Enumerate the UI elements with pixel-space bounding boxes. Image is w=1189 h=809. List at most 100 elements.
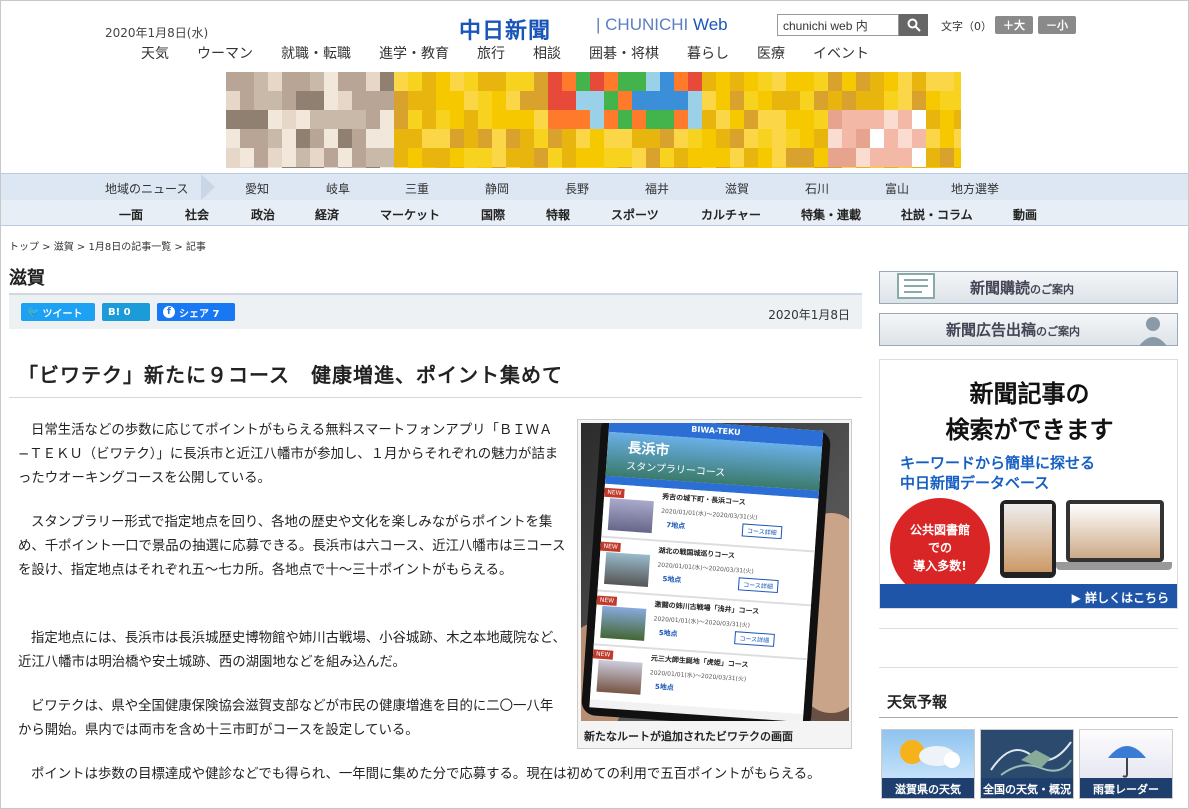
ad-mosaic-cell — [492, 91, 506, 110]
ad-mosaic-cell — [632, 167, 646, 168]
course-detail-button: コース詳細 — [734, 631, 775, 647]
advertise-banner[interactable]: 新聞広告出稿のご案内 — [879, 313, 1178, 346]
hatena-button[interactable]: B! 0 — [102, 303, 150, 321]
ad-mosaic-cell — [534, 148, 548, 167]
region-item[interactable]: 三重 — [405, 180, 429, 197]
region-item[interactable]: 長野 — [565, 180, 589, 197]
category-item[interactable]: 政治 — [251, 206, 275, 223]
course-detail-button: コース詳細 — [741, 523, 783, 540]
ad-mosaic-cell — [268, 91, 282, 110]
weather-tile-radar[interactable]: 雨雲レーダー — [1079, 729, 1173, 799]
banner-ad[interactable] — [226, 72, 961, 168]
top-nav-item[interactable]: 相談 — [533, 43, 561, 70]
top-nav-item[interactable]: 医療 — [757, 43, 785, 70]
ad-mosaic-cell — [240, 72, 254, 91]
top-nav-item[interactable]: ウーマン — [197, 43, 253, 70]
top-nav-item[interactable]: 進学・教育 — [379, 43, 449, 70]
top-nav-item[interactable]: 就職・転職 — [281, 43, 351, 70]
ad-mosaic-cell — [590, 167, 604, 168]
category-item[interactable]: スポーツ — [611, 206, 659, 223]
subscribe-text: 新聞購読のご案内 — [970, 277, 1074, 298]
ad-mosaic-cell — [954, 72, 961, 91]
top-nav-item[interactable]: 暮らし — [687, 43, 729, 70]
search-input[interactable] — [777, 14, 899, 36]
site-logo-sub[interactable]: | CHUNICHI Web — [596, 15, 728, 35]
logo-sub-text: CHUNICHI — [605, 15, 689, 34]
ad-mosaic-cell — [282, 110, 296, 129]
ad-mosaic-cell — [842, 110, 856, 129]
ad-mosaic-cell — [436, 129, 450, 148]
region-item[interactable]: 地方選挙 — [951, 180, 999, 197]
region-item[interactable]: 富山 — [885, 180, 909, 197]
app-banner: スタンプラリーコース — [625, 461, 726, 480]
region-item[interactable]: 福井 — [645, 180, 669, 197]
font-smaller-button[interactable]: －小 — [1038, 16, 1076, 34]
category-item[interactable]: 一面 — [119, 206, 143, 223]
ad-mosaic-cell — [940, 167, 954, 168]
subscribe-banner[interactable]: 新聞購読のご案内 — [879, 271, 1178, 304]
tweet-button[interactable]: 🐦 ツイート — [21, 303, 95, 321]
region-item[interactable]: 岐阜 — [326, 180, 350, 197]
region-item[interactable]: 愛知 — [245, 180, 269, 197]
region-item[interactable]: 滋賀 — [725, 180, 749, 197]
ad-mosaic-cell — [954, 148, 961, 167]
ad-mosaic-cell — [590, 148, 604, 167]
db-ad-details-link[interactable]: ▶ 詳しくはこちら — [880, 584, 1177, 608]
ad-mosaic-cell — [618, 129, 632, 148]
ad-mosaic-cell — [506, 129, 520, 148]
ad-mosaic-cell — [520, 148, 534, 167]
category-item[interactable]: 社会 — [185, 206, 209, 223]
weather-tile-shiga[interactable]: 滋賀県の天気 — [881, 729, 975, 799]
category-item[interactable]: 特集・連載 — [801, 206, 861, 223]
db-ad-line4: 中日新聞データベース — [900, 474, 1050, 492]
category-item[interactable]: 社説・コラム — [901, 206, 973, 223]
ad-mosaic-cell — [282, 167, 296, 168]
top-nav-item[interactable]: イベント — [813, 43, 869, 70]
category-item[interactable]: 国際 — [481, 206, 505, 223]
region-item[interactable]: 石川 — [805, 180, 829, 197]
ad-mosaic-cell — [660, 167, 674, 168]
ad-mosaic-cell — [786, 91, 800, 110]
ad-mosaic-cell — [604, 91, 618, 110]
article-photo[interactable]: BIWA-TEKU 長浜市 スタンプラリーコース NEW 秀吉の城下町・長浜コー… — [577, 419, 852, 749]
search-button[interactable] — [899, 14, 928, 36]
font-larger-button[interactable]: ＋大 — [995, 16, 1033, 34]
ad-mosaic-cell — [366, 72, 380, 91]
ad-mosaic-cell — [744, 148, 758, 167]
ad-mosaic-cell — [744, 129, 758, 148]
ad-mosaic-cell — [632, 110, 646, 129]
weather-tile-national[interactable]: 全国の天気・概況 — [980, 729, 1074, 799]
top-nav-item[interactable]: 囲碁・将棋 — [589, 43, 659, 70]
top-nav-item[interactable]: 天気 — [141, 43, 169, 70]
category-item[interactable]: 経済 — [315, 206, 339, 223]
facebook-share-button[interactable]: f シェア 7 — [157, 303, 235, 321]
ad-mosaic-cell — [506, 72, 520, 91]
ad-mosaic-cell — [632, 148, 646, 167]
site-logo[interactable]: 中日新聞 — [459, 13, 551, 45]
ad-mosaic-cell — [366, 110, 380, 129]
ad-mosaic-cell — [464, 148, 478, 167]
ad-mosaic-cell — [240, 91, 254, 110]
ad-mosaic-cell — [912, 72, 926, 91]
breadcrumb[interactable]: トップ > 滋賀 > 1月8日の記事一覧 > 記事 — [9, 238, 206, 253]
ad-mosaic-cell — [352, 148, 366, 167]
category-item[interactable]: 特報 — [546, 206, 570, 223]
ad-mosaic-cell — [772, 167, 786, 168]
top-nav-item[interactable]: 旅行 — [477, 43, 505, 70]
ad-mosaic-cell — [254, 167, 268, 168]
category-item[interactable]: 動画 — [1013, 206, 1037, 223]
ad-mosaic-cell — [240, 129, 254, 148]
ad-mosaic-cell — [912, 148, 926, 167]
ad-mosaic-cell — [758, 129, 772, 148]
ad-mosaic-cell — [912, 167, 926, 168]
ad-mosaic-cell — [576, 110, 590, 129]
category-item[interactable]: カルチャー — [701, 206, 761, 223]
ad-mosaic-cell — [520, 91, 534, 110]
course-detail-button: コース詳細 — [737, 577, 779, 594]
database-ad[interactable]: 新聞記事の 検索ができます キーワードから簡単に探せる 中日新聞データベース 公… — [879, 359, 1178, 609]
ad-mosaic-cell — [520, 72, 534, 91]
region-item[interactable]: 静岡 — [485, 180, 509, 197]
category-item[interactable]: マーケット — [380, 206, 440, 223]
newspaper-icon — [897, 273, 935, 299]
facebook-label: シェア 7 — [179, 308, 220, 320]
